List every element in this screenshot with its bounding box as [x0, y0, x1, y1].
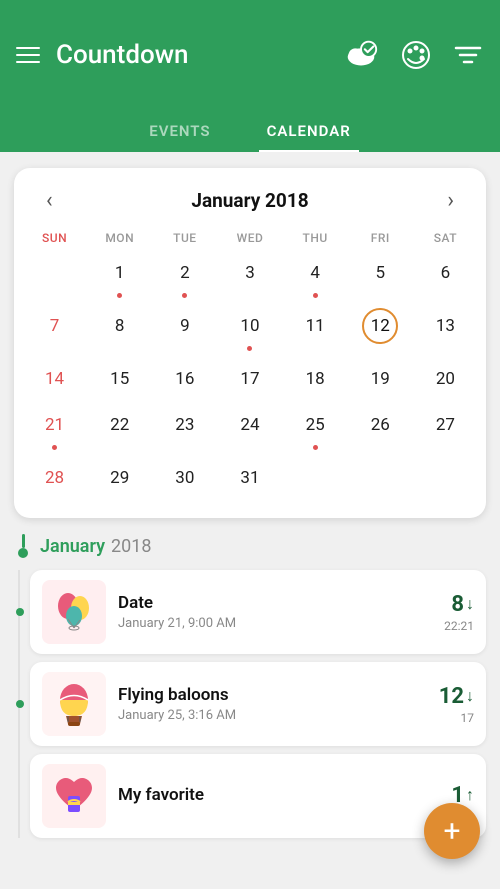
- day-cell-27[interactable]: 27: [413, 403, 478, 456]
- event-timeline-dot: [16, 608, 24, 616]
- calendar-day-headers: SUN MON TUE WED THU FRI SAT: [22, 227, 478, 251]
- day-cell-31[interactable]: 31: [217, 456, 282, 502]
- day-cell-empty-2: [283, 456, 348, 502]
- day-cell-16[interactable]: 16: [152, 357, 217, 403]
- event-count-date: 8↓ 22:21: [444, 592, 474, 633]
- day-cell-empty-4: [413, 456, 478, 502]
- day-cell-6[interactable]: 6: [413, 251, 478, 304]
- events-section: January 2018 Date January 21, 9: [0, 534, 500, 838]
- day-cell-5[interactable]: 5: [348, 251, 413, 304]
- list-item[interactable]: Flying baloons January 25, 3:16 AM 12↓ 1…: [30, 662, 486, 746]
- day-cell-9[interactable]: 9: [152, 304, 217, 357]
- event-days-count: 8↓: [451, 592, 474, 617]
- event-name: Flying baloons: [118, 685, 439, 705]
- calendar-week-2: 7 8 9 10 11 12 13: [22, 304, 478, 357]
- day-cell-14[interactable]: 14: [22, 357, 87, 403]
- day-cell-empty-3: [348, 456, 413, 502]
- day-cell-8[interactable]: 8: [87, 304, 152, 357]
- event-thumbnail-flying: [42, 672, 106, 736]
- header-icons: [342, 36, 484, 74]
- calendar-month-title: January 2018: [191, 189, 308, 212]
- event-thumbnail-date: [42, 580, 106, 644]
- cloud-check-icon[interactable]: [342, 36, 380, 74]
- list-item[interactable]: My favorite 1↑: [30, 754, 486, 838]
- day-cell-empty-1: [22, 251, 87, 304]
- day-cell-19[interactable]: 19: [348, 357, 413, 403]
- day-cell-4[interactable]: 4: [283, 251, 348, 304]
- day-header-mon: MON: [87, 227, 152, 251]
- header-left: Countdown: [16, 40, 189, 70]
- day-cell-25[interactable]: 25: [283, 403, 348, 456]
- day-cell-15[interactable]: 15: [87, 357, 152, 403]
- app-title: Countdown: [56, 40, 189, 70]
- events-month-green: January: [40, 536, 105, 557]
- day-cell-26[interactable]: 26: [348, 403, 413, 456]
- palette-icon[interactable]: [400, 39, 432, 71]
- calendar-week-1: 1 2 3 4 5 6: [22, 251, 478, 304]
- event-time-detail: 17: [461, 711, 475, 725]
- day-cell-3[interactable]: 3: [217, 251, 282, 304]
- event-info-favorite: My favorite: [118, 785, 451, 808]
- event-timeline-dot: [16, 700, 24, 708]
- event-name: Date: [118, 593, 444, 613]
- day-cell-10[interactable]: 10: [217, 304, 282, 357]
- hamburger-menu-button[interactable]: [16, 47, 40, 63]
- event-time-detail: 22:21: [444, 619, 474, 633]
- event-thumbnail-favorite: [42, 764, 106, 828]
- day-cell-28[interactable]: 28: [22, 456, 87, 502]
- tab-calendar[interactable]: CALENDAR: [259, 110, 359, 152]
- day-cell-17[interactable]: 17: [217, 357, 282, 403]
- list-item[interactable]: Date January 21, 9:00 AM 8↓ 22:21: [30, 570, 486, 654]
- tabs-bar: EVENTS CALENDAR: [0, 110, 500, 152]
- events-month-gray: 2018: [111, 536, 151, 557]
- next-month-button[interactable]: ›: [439, 184, 462, 217]
- day-header-fri: FRI: [348, 227, 413, 251]
- day-header-thu: THU: [283, 227, 348, 251]
- day-header-sat: SAT: [413, 227, 478, 251]
- day-cell-2[interactable]: 2: [152, 251, 217, 304]
- tab-events[interactable]: EVENTS: [141, 110, 218, 152]
- event-info-date: Date January 21, 9:00 AM: [118, 593, 444, 631]
- filter-icon[interactable]: [452, 39, 484, 71]
- app-header: Countdown: [0, 0, 500, 110]
- day-cell-24[interactable]: 24: [217, 403, 282, 456]
- prev-month-button[interactable]: ‹: [38, 184, 61, 217]
- day-cell-20[interactable]: 20: [413, 357, 478, 403]
- events-list: Date January 21, 9:00 AM 8↓ 22:21: [14, 570, 486, 838]
- add-event-fab[interactable]: +: [424, 803, 480, 859]
- day-cell-13[interactable]: 13: [413, 304, 478, 357]
- calendar-nav: ‹ January 2018 ›: [22, 180, 478, 227]
- calendar-card: ‹ January 2018 › SUN MON TUE WED THU FRI…: [14, 168, 486, 518]
- event-date-label: January 25, 3:16 AM: [118, 708, 439, 723]
- day-cell-18[interactable]: 18: [283, 357, 348, 403]
- day-cell-22[interactable]: 22: [87, 403, 152, 456]
- day-cell-11[interactable]: 11: [283, 304, 348, 357]
- calendar-week-3: 14 15 16 17 18 19 20: [22, 357, 478, 403]
- day-header-tue: TUE: [152, 227, 217, 251]
- day-cell-12-today[interactable]: 12: [348, 304, 413, 357]
- event-count-flying: 12↓ 17: [439, 684, 474, 725]
- calendar-week-5: 28 29 30 31: [22, 456, 478, 502]
- event-info-flying: Flying baloons January 25, 3:16 AM: [118, 685, 439, 723]
- event-days-count: 12↓: [439, 684, 474, 709]
- day-cell-7[interactable]: 7: [22, 304, 87, 357]
- day-cell-30[interactable]: 30: [152, 456, 217, 502]
- day-header-wed: WED: [217, 227, 282, 251]
- day-cell-29[interactable]: 29: [87, 456, 152, 502]
- day-cell-1[interactable]: 1: [87, 251, 152, 304]
- event-date-label: January 21, 9:00 AM: [118, 616, 444, 631]
- day-cell-23[interactable]: 23: [152, 403, 217, 456]
- day-header-sun: SUN: [22, 227, 87, 251]
- day-cell-21[interactable]: 21: [22, 403, 87, 456]
- event-name: My favorite: [118, 785, 451, 805]
- events-month-label: January 2018: [18, 534, 486, 558]
- timeline-dot: [18, 534, 28, 558]
- calendar-week-4: 21 22 23 24 25 26 27: [22, 403, 478, 456]
